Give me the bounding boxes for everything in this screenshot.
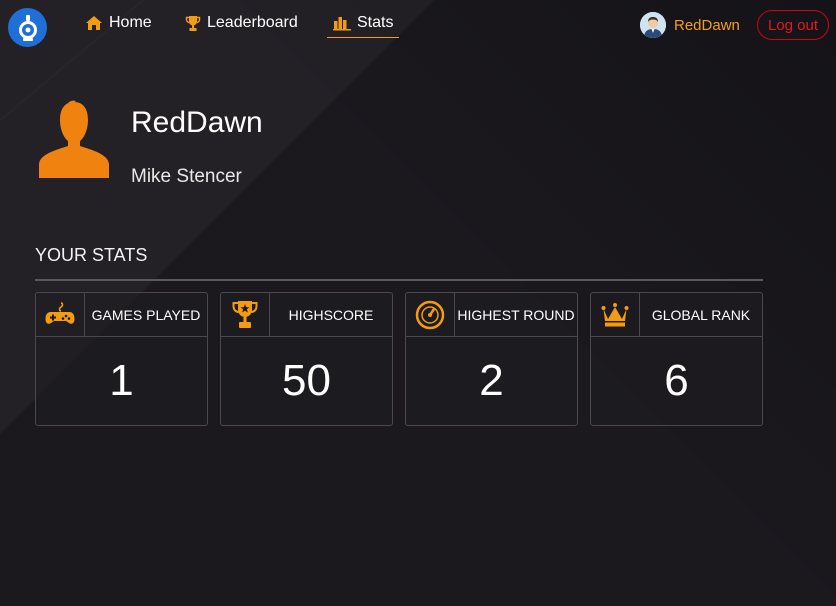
stat-card-value: 2 (479, 356, 504, 405)
stat-card-highest-round: HIGHEST ROUND 2 (405, 292, 578, 426)
nav-home[interactable]: Home (85, 9, 152, 37)
stat-card-global-rank: GLOBAL RANK 6 (590, 292, 763, 426)
trophy-icon (232, 300, 258, 328)
profile-picture (38, 100, 110, 180)
user-avatar-icon (640, 12, 666, 38)
avatar (640, 12, 666, 38)
home-icon (86, 16, 102, 30)
stat-card-header: HIGHEST ROUND (406, 293, 577, 337)
crown-icon (601, 302, 629, 326)
stat-card-highscore: HIGHSCORE 50 (220, 292, 393, 426)
section-divider (35, 279, 763, 281)
top-navbar: Home Leaderboard Stats RedDawn Log out (0, 0, 836, 48)
nav-stats-label: Stats (357, 14, 394, 31)
stat-card-label: HIGHSCORE (288, 306, 374, 323)
speedometer-icon (415, 300, 445, 329)
stat-card-icon-cell (406, 293, 455, 336)
bulb-logo-icon (18, 14, 37, 41)
gamepad-icon (45, 301, 75, 324)
stat-card-value: 6 (664, 356, 689, 405)
stat-card-header: GLOBAL RANK (591, 293, 762, 337)
nav-home-label: Home (109, 14, 152, 31)
profile-full-name: Mike Stencer (131, 166, 242, 187)
nav-leaderboard-label: Leaderboard (207, 14, 298, 31)
bar-chart-icon (333, 17, 351, 31)
stat-card-value: 50 (282, 356, 331, 405)
stat-card-games-played: GAMES PLAYED 1 (35, 292, 208, 426)
stat-card-label: GAMES PLAYED (91, 306, 201, 323)
nav-leaderboard[interactable]: Leaderboard (185, 9, 298, 37)
logout-button[interactable]: Log out (757, 10, 829, 40)
profile-username: RedDawn (131, 106, 263, 139)
stat-card-icon-cell (221, 293, 270, 336)
stat-card-header: HIGHSCORE (221, 293, 392, 337)
stat-card-label: HIGHEST ROUND (457, 306, 575, 323)
user-silhouette-icon (39, 100, 109, 178)
stat-card-header: GAMES PLAYED (36, 293, 207, 337)
stat-card-icon-cell (36, 293, 85, 336)
trophy-icon (185, 15, 201, 31)
user-name[interactable]: RedDawn (674, 17, 740, 34)
app-logo[interactable] (8, 8, 47, 47)
stat-card-value: 1 (109, 356, 134, 405)
nav-stats[interactable]: Stats (327, 9, 400, 38)
stats-section-title: YOUR STATS (35, 245, 148, 265)
stat-card-icon-cell (591, 293, 640, 336)
stat-card-label: GLOBAL RANK (651, 306, 751, 323)
user-menu[interactable]: RedDawn (640, 11, 740, 39)
